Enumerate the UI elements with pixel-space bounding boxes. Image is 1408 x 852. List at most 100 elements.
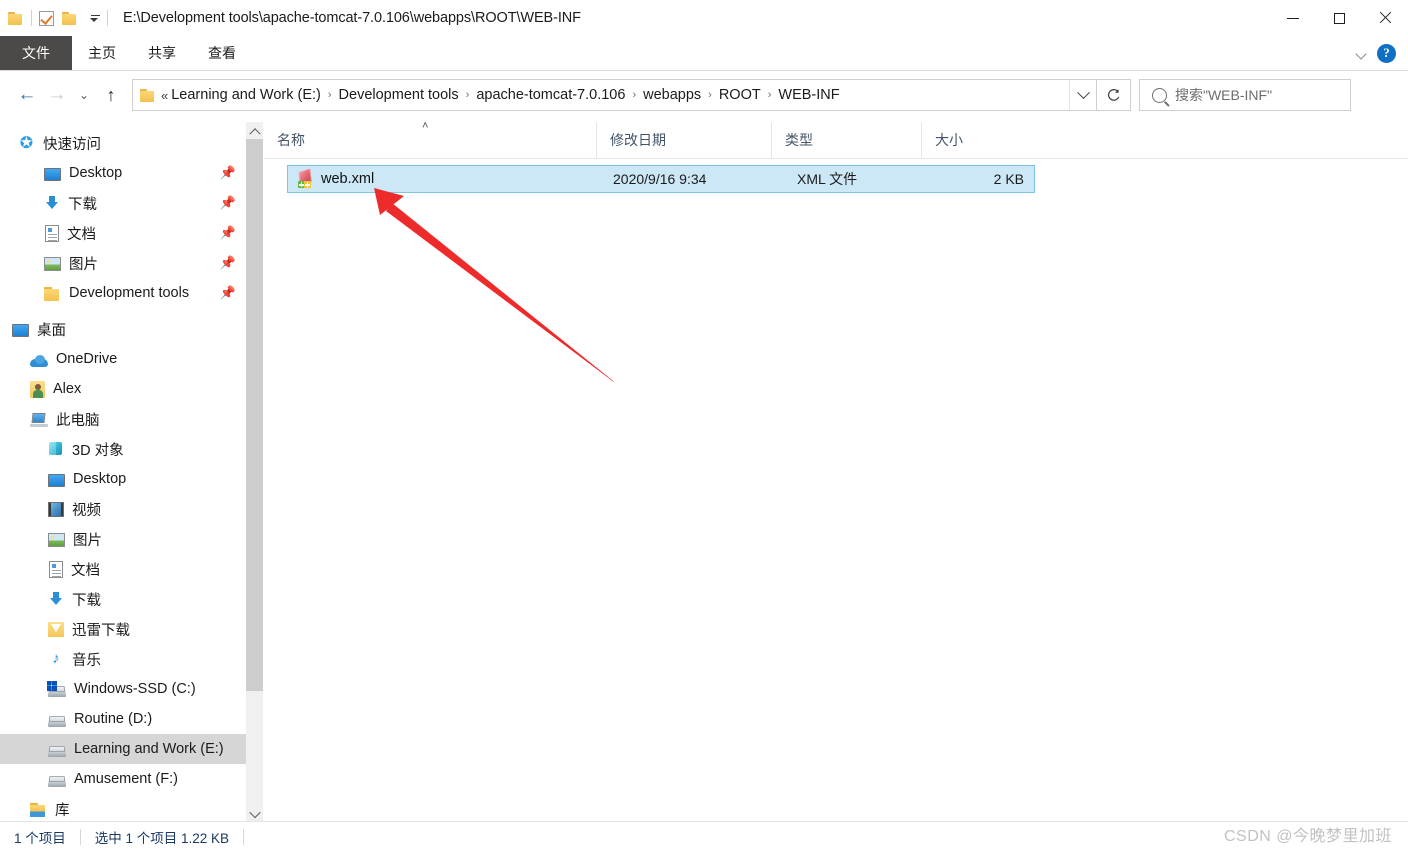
breadcrumb-folder-icon (140, 89, 156, 102)
scrollbar-thumb[interactable] (246, 139, 263, 691)
breadcrumb-separator[interactable]: › (466, 89, 470, 101)
tab-view[interactable]: 查看 (192, 36, 252, 70)
sidebar-item-label: 文档 (71, 562, 100, 579)
help-icon[interactable]: ? (1377, 43, 1396, 63)
navigation-pane[interactable]: ✪ 快速访问 Desktop 📌 下载 📌 文档 📌 图片 📌 Developm… (0, 122, 246, 822)
breadcrumb-separator[interactable]: › (328, 89, 332, 101)
sidebar-group-desktop[interactable]: 桌面 (0, 314, 246, 344)
sidebar-item-desktop-qa[interactable]: Desktop 📌 (0, 158, 246, 188)
column-header-name[interactable]: 名称 ˄ (264, 120, 596, 158)
sidebar-group-quick-access[interactable]: ✪ 快速访问 (0, 128, 246, 158)
maximize-button[interactable] (1316, 0, 1362, 36)
sidebar-item-learning-and-work-e[interactable]: Learning and Work (E:) (0, 734, 246, 764)
breadcrumb-separator[interactable]: › (632, 89, 636, 101)
sidebar-item-pictures[interactable]: 图片 (0, 524, 246, 554)
column-header-size[interactable]: 大小 (921, 122, 1022, 158)
tab-share[interactable]: 共享 (132, 36, 192, 70)
recent-locations-button[interactable]: ⌄ (72, 76, 96, 114)
qat-divider-2 (107, 10, 108, 26)
scroll-down-icon[interactable] (246, 805, 263, 822)
drive-icon (48, 716, 66, 727)
sidebar-item-alex[interactable]: Alex (0, 374, 246, 404)
new-folder-icon[interactable] (62, 11, 78, 25)
breadcrumb-item-webapps[interactable]: webapps (643, 87, 701, 103)
breadcrumb-item-root[interactable]: ROOT (719, 87, 761, 103)
sidebar-item-library[interactable]: 库 (0, 794, 246, 822)
pin-icon[interactable]: 📌 (220, 165, 236, 181)
folder-icon[interactable] (8, 11, 24, 25)
column-header-label: 名称 (277, 132, 305, 148)
column-header-row: 名称 ˄ 修改日期 类型 大小 (264, 120, 1408, 159)
sidebar-item-pictures-qa[interactable]: 图片 📌 (0, 248, 246, 278)
sidebar-item-label: Desktop (73, 471, 127, 487)
breadcrumb-item-devtools[interactable]: Development tools (339, 87, 459, 103)
breadcrumb-separator[interactable]: › (708, 89, 712, 101)
sidebar-item-documents[interactable]: 文档 (0, 554, 246, 584)
column-header-date[interactable]: 修改日期 (596, 122, 771, 158)
breadcrumb-overflow-icon[interactable]: « (161, 88, 168, 103)
sidebar-item-downloads[interactable]: 下载 (0, 584, 246, 614)
sidebar-item-desktop[interactable]: Desktop (0, 464, 246, 494)
sidebar-item-music[interactable]: ♪ 音乐 (0, 644, 246, 674)
breadcrumb-item-webinf[interactable]: WEB-INF (778, 87, 839, 103)
pin-icon[interactable]: 📌 (220, 225, 236, 241)
sidebar-item-label: Windows-SSD (C:) (74, 681, 196, 697)
sidebar-item-label: Alex (53, 381, 82, 397)
close-button[interactable] (1362, 0, 1408, 36)
table-row[interactable]: web.xml 2020/9/16 9:34 XML 文件 2 KB (287, 165, 1035, 193)
address-dropdown-icon[interactable] (1069, 80, 1096, 110)
chevron-down-icon[interactable] (1356, 48, 1367, 59)
pin-icon[interactable]: 📌 (220, 285, 236, 301)
sidebar-item-label: 下载 (68, 196, 97, 213)
title-bar: E:\Development tools\apache-tomcat-7.0.1… (0, 0, 1408, 36)
file-type-cell: XML 文件 (797, 171, 858, 187)
breadcrumb[interactable]: « Learning and Work (E:) › Development t… (133, 80, 1069, 110)
sidebar-item-label: 桌面 (37, 322, 66, 339)
sidebar-item-windows-ssd-c[interactable]: Windows-SSD (C:) (0, 674, 246, 704)
refresh-button[interactable] (1097, 79, 1131, 111)
pin-icon[interactable]: 📌 (220, 255, 236, 271)
sidebar-item-label: Development tools (69, 285, 190, 301)
sidebar-item-routine-d[interactable]: Routine (D:) (0, 704, 246, 734)
back-button[interactable]: ← (12, 76, 42, 114)
minimize-button[interactable] (1270, 0, 1316, 36)
search-input[interactable]: 搜索"WEB-INF" (1175, 85, 1272, 105)
sidebar-item-amusement-f[interactable]: Amusement (F:) (0, 764, 246, 794)
file-name-cell[interactable]: web.xml (288, 168, 610, 188)
sidebar-item-development-tools[interactable]: Development tools 📌 (0, 278, 246, 308)
breadcrumb-separator[interactable]: › (768, 89, 772, 101)
quick-access-toolbar[interactable] (0, 0, 113, 36)
sidebar-scrollbar[interactable] (246, 122, 263, 822)
sidebar-item-onedrive[interactable]: OneDrive (0, 344, 246, 374)
properties-checkbox-icon[interactable] (39, 10, 54, 26)
window-title: E:\Development tools\apache-tomcat-7.0.1… (123, 10, 581, 26)
scroll-up-icon[interactable] (246, 122, 263, 139)
address-row: ← → ⌄ ↑ « Learning and Work (E:) › Devel… (0, 72, 1408, 118)
up-button[interactable]: ↑ (96, 76, 126, 114)
documents-icon (49, 560, 63, 578)
desktop-icon (12, 323, 29, 337)
column-header-type[interactable]: 类型 (771, 122, 921, 158)
pin-icon[interactable]: 📌 (220, 195, 236, 211)
tab-home[interactable]: 主页 (72, 36, 132, 70)
customize-dropdown-icon[interactable] (84, 14, 100, 22)
sidebar-item-downloads-qa[interactable]: 下载 📌 (0, 188, 246, 218)
3d-objects-icon (48, 441, 64, 457)
sidebar-item-thunder-download[interactable]: 迅雷下载 (0, 614, 246, 644)
sidebar-item-this-pc[interactable]: 此电脑 (0, 404, 246, 434)
breadcrumb-item-tomcat[interactable]: apache-tomcat-7.0.106 (476, 87, 625, 103)
file-list-pane[interactable]: 名称 ˄ 修改日期 类型 大小 web.xml 2020/9/16 9:34 X… (264, 120, 1408, 822)
search-box[interactable]: 搜索"WEB-INF" (1139, 79, 1351, 111)
sidebar-item-label: 下载 (72, 592, 101, 609)
sidebar-item-videos[interactable]: 视频 (0, 494, 246, 524)
sort-ascending-icon: ˄ (422, 120, 429, 132)
column-header-label: 类型 (785, 132, 813, 148)
file-name-label: web.xml (321, 171, 375, 187)
forward-button: → (47, 84, 67, 105)
sidebar-item-3d-objects[interactable]: 3D 对象 (0, 434, 246, 464)
windows-drive-icon (47, 680, 66, 697)
breadcrumb-item-drive[interactable]: Learning and Work (E:) (171, 87, 321, 103)
address-bar[interactable]: « Learning and Work (E:) › Development t… (132, 79, 1097, 111)
sidebar-item-documents-qa[interactable]: 文档 📌 (0, 218, 246, 248)
tab-file[interactable]: 文件 (0, 36, 72, 70)
